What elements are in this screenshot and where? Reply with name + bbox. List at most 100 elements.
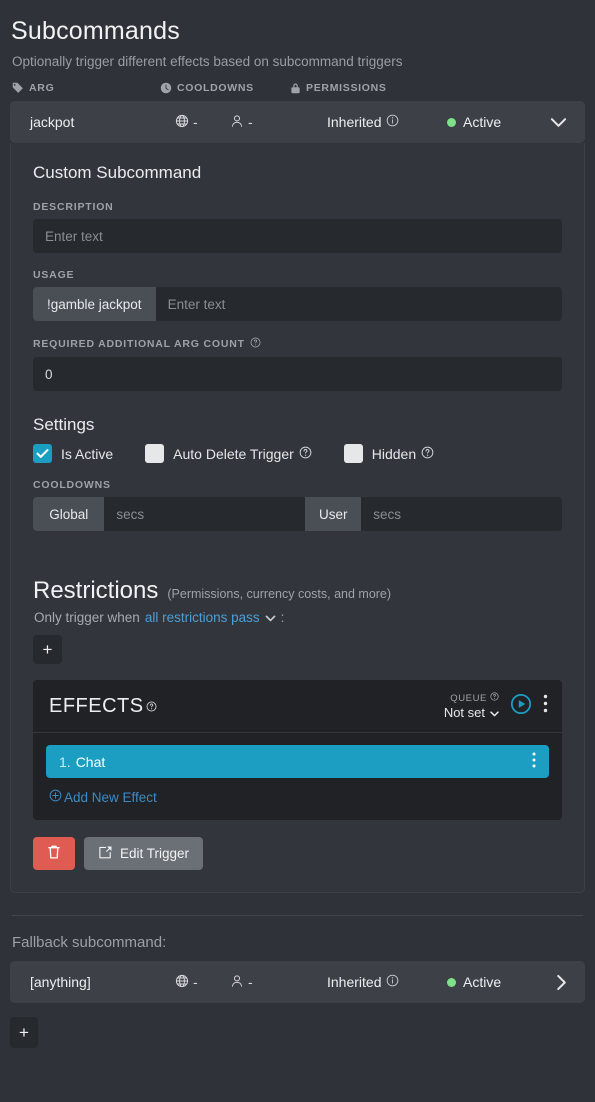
arg-count-label-text: REQUIRED ADDITIONAL ARG COUNT	[33, 338, 245, 350]
column-header-cooldowns-label: COOLDOWNS	[177, 82, 254, 94]
add-new-effect-button[interactable]: Add New Effect	[46, 778, 549, 806]
kebab-menu-icon[interactable]	[543, 694, 548, 718]
globe-icon	[175, 114, 189, 131]
arg-count-field: REQUIRED ADDITIONAL ARG COUNT	[33, 337, 562, 407]
column-header-arg-label: ARG	[29, 82, 55, 94]
status-badge: Active	[447, 114, 550, 130]
status-label: Active	[463, 114, 502, 130]
play-circle-icon[interactable]	[510, 693, 532, 720]
globe-icon	[175, 974, 189, 991]
queue-label: QUEUE	[444, 692, 499, 704]
fallback-label: Fallback subcommand:	[12, 934, 167, 951]
add-subcommand-container: +	[10, 1003, 585, 1048]
arg-count-label: REQUIRED ADDITIONAL ARG COUNT	[33, 337, 562, 357]
info-icon[interactable]	[386, 974, 399, 990]
restrictions-header: Restrictions (Permissions, currency cost…	[33, 547, 562, 605]
subcommands-page: Subcommands Optionally trigger different…	[0, 0, 595, 1102]
add-subcommand-button[interactable]: +	[10, 1017, 38, 1048]
plus-circle-icon	[49, 789, 62, 805]
add-restriction-button[interactable]: +	[33, 635, 62, 664]
cooldown-global-input[interactable]	[104, 497, 306, 531]
clock-icon	[160, 82, 172, 94]
checkbox-is-active[interactable]: Is Active	[33, 444, 113, 463]
fallback-status-badge: Active	[447, 974, 556, 990]
restrictions-prefix-text: Only trigger when	[34, 610, 140, 625]
restrictions-title: Restrictions	[33, 577, 159, 604]
column-header-arg: ARG	[12, 82, 160, 94]
help-icon[interactable]	[250, 337, 261, 351]
queue-control: QUEUE Not set	[444, 692, 499, 720]
subcommand-row-jackpot[interactable]: jackpot - - Inherited Active	[10, 101, 585, 143]
edit-trigger-button[interactable]: Edit Trigger	[84, 837, 204, 870]
restrictions-note: (Permissions, currency costs, and more)	[167, 587, 392, 601]
checkbox-auto-delete-trigger[interactable]: Auto Delete Trigger	[145, 444, 312, 463]
fallback-global-cooldown-value: -	[193, 974, 198, 990]
usage-input-group: !gamble jackpot	[33, 287, 562, 321]
effects-header: EFFECTS QUEUE Not set	[33, 680, 562, 733]
fallback-user-cooldown-value: -	[248, 974, 253, 990]
chevron-down-icon[interactable]	[265, 610, 276, 625]
fallback-global-cooldown-cell: -	[175, 974, 230, 991]
restrictions-mode-select[interactable]: all restrictions pass	[145, 610, 260, 625]
effects-title: EFFECTS	[49, 695, 157, 718]
page-title: Subcommands	[11, 17, 180, 45]
global-cooldown-value: -	[193, 114, 198, 130]
edit-trigger-label: Edit Trigger	[120, 846, 190, 861]
column-header-permissions: PERMISSIONS	[290, 82, 430, 94]
effects-panel: EFFECTS QUEUE Not set 1. Chat Add New Ef…	[33, 680, 562, 820]
help-icon[interactable]	[146, 695, 157, 718]
effect-item-chat[interactable]: 1. Chat	[46, 745, 549, 778]
help-icon[interactable]	[299, 446, 312, 462]
permission-cell: Inherited	[327, 114, 447, 130]
help-icon[interactable]	[490, 692, 499, 704]
description-label: DESCRIPTION	[33, 201, 114, 213]
description-field: DESCRIPTION	[33, 201, 562, 269]
usage-input[interactable]	[155, 287, 562, 321]
kebab-menu-icon[interactable]	[532, 752, 536, 771]
usage-label: USAGE	[33, 269, 75, 281]
fallback-status-label: Active	[463, 974, 502, 990]
user-cooldown-cell: -	[230, 114, 285, 131]
cooldown-user-label: User	[305, 497, 362, 531]
hidden-checkbox[interactable]	[343, 444, 363, 463]
usage-field: USAGE !gamble jackpot	[33, 269, 562, 337]
is-active-checkbox[interactable]	[33, 444, 52, 463]
fallback-permission-value: Inherited	[327, 974, 382, 990]
subcommand-arg: jackpot	[30, 114, 75, 130]
info-icon[interactable]	[386, 114, 399, 130]
effect-index: 1.	[59, 753, 71, 770]
permission-value: Inherited	[327, 114, 382, 130]
user-icon	[230, 114, 244, 131]
hidden-label: Hidden	[372, 446, 434, 462]
chevron-right-icon[interactable]	[556, 974, 573, 991]
chevron-down-icon[interactable]	[490, 705, 499, 720]
is-active-label: Is Active	[61, 445, 114, 462]
tag-icon	[12, 82, 24, 94]
lock-icon	[290, 82, 301, 94]
column-header-cooldowns: COOLDOWNS	[160, 82, 290, 94]
chevron-down-icon[interactable]	[550, 117, 573, 128]
trash-icon	[47, 844, 61, 863]
queue-select[interactable]: Not set	[444, 704, 499, 720]
effect-name: Chat	[75, 753, 106, 770]
checkbox-hidden[interactable]: Hidden	[343, 444, 434, 463]
description-input[interactable]	[33, 219, 562, 253]
detail-action-buttons: Edit Trigger	[33, 820, 562, 870]
settings-title: Settings	[33, 415, 95, 434]
fallback-subcommand-row[interactable]: [anything] - - Inherited Active	[10, 961, 585, 1003]
status-dot	[447, 117, 456, 127]
delete-subcommand-button[interactable]	[33, 837, 75, 870]
arg-count-input[interactable]	[33, 357, 562, 391]
hidden-text: Hidden	[371, 445, 417, 462]
effects-list: 1. Chat Add New Effect	[33, 733, 562, 820]
help-icon[interactable]	[421, 446, 434, 462]
queue-value: Not set	[443, 705, 485, 720]
fallback-arg: [anything]	[30, 974, 91, 990]
auto-delete-trigger-checkbox[interactable]	[145, 444, 165, 463]
effects-header-controls: QUEUE Not set	[444, 692, 548, 720]
cooldowns-input-row: Global User	[33, 497, 562, 531]
restrictions-suffix-text: :	[280, 610, 285, 625]
add-new-effect-label: Add New Effect	[64, 789, 157, 805]
column-header-row: ARG COOLDOWNS PERMISSIONS	[10, 69, 585, 101]
cooldown-user-input[interactable]	[361, 497, 562, 531]
